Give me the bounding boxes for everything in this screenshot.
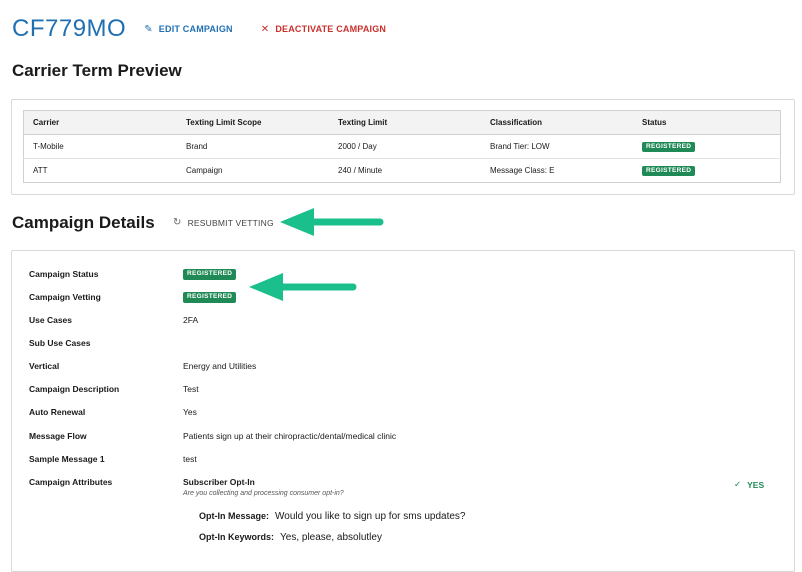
carrier-term-preview-title: Carrier Term Preview — [12, 61, 182, 80]
detail-value: Patients sign up at their chiropractic/d… — [183, 431, 397, 441]
table-row: ATT Campaign 240 / Minute Message Class:… — [24, 159, 781, 183]
carrier-table: Carrier Texting Limit Scope Texting Limi… — [23, 110, 781, 183]
carrier-term-panel: Carrier Texting Limit Scope Texting Limi… — [11, 99, 795, 195]
column-header-classification: Classification — [481, 110, 633, 135]
detail-value: Energy and Utilities — [183, 361, 257, 371]
optin-message-row: Opt-In Message: Would you like to sign up… — [199, 511, 466, 522]
table-row: T-Mobile Brand 2000 / Day Brand Tier: LO… — [23, 134, 781, 159]
detail-label: Campaign Vetting — [29, 292, 101, 302]
attribute-block: Subscriber Opt-In Are you collecting and… — [183, 477, 703, 497]
detail-label: Auto Renewal — [29, 407, 86, 417]
cell-limit: 240 / Minute — [338, 166, 383, 175]
page-header: CF779MO ✎ EDIT CAMPAIGN ✕ DEACTIVATE CAM… — [12, 14, 386, 44]
detail-value: 2FA — [183, 315, 199, 325]
detail-label: Use Cases — [29, 315, 73, 325]
campaign-id-title: CF779MO — [12, 15, 127, 42]
detail-value: Yes — [183, 407, 197, 417]
cell-scope: Campaign — [186, 166, 223, 175]
cell-status: REGISTERED — [633, 134, 781, 159]
resubmit-vetting-button[interactable]: ↻ RESUBMIT VETTING — [173, 217, 274, 228]
column-header-limit: Texting Limit — [329, 110, 481, 135]
deactivate-campaign-button[interactable]: ✕ DEACTIVATE CAMPAIGN — [261, 24, 386, 35]
detail-label: Message Flow — [29, 431, 87, 441]
detail-label: Campaign Description — [29, 384, 120, 394]
attribute-answer-label: YES — [747, 479, 765, 490]
column-header-scope: Texting Limit Scope — [177, 110, 329, 135]
cell-limit: 2000 / Day — [329, 134, 481, 159]
status-badge: REGISTERED — [642, 165, 696, 177]
status-badge: REGISTERED — [642, 141, 696, 153]
vetting-badge: REGISTERED — [183, 292, 237, 303]
optin-keywords-label: Opt-In Keywords: — [199, 532, 275, 542]
cell-scope: Brand — [177, 134, 329, 159]
pencil-icon: ✎ — [144, 23, 153, 35]
detail-label: Sub Use Cases — [29, 338, 91, 348]
attribute-answer: ✓ YES — [734, 479, 764, 490]
optin-message-label: Opt-In Message: — [199, 511, 270, 521]
column-header-status: Status — [633, 110, 781, 135]
attribute-title: Subscriber Opt-In — [183, 477, 255, 487]
resubmit-vetting-label: RESUBMIT VETTING — [187, 217, 274, 228]
detail-label: Sample Message 1 — [29, 454, 105, 464]
edit-campaign-button[interactable]: ✎ EDIT CAMPAIGN — [144, 24, 233, 35]
cell-carrier: T-Mobile — [23, 134, 177, 159]
detail-value: Test — [183, 384, 199, 394]
checkmark-icon: ✓ — [734, 479, 742, 489]
arrow-left-icon — [280, 208, 384, 236]
optin-keywords-row: Opt-In Keywords: Yes, please, absolutley — [199, 532, 382, 543]
status-badge: REGISTERED — [183, 269, 237, 280]
cell-classification: Message Class: E — [490, 166, 555, 175]
cell-carrier: ATT — [33, 166, 48, 175]
table-header-row: Carrier Texting Limit Scope Texting Limi… — [23, 110, 781, 135]
edit-campaign-label: EDIT CAMPAIGN — [158, 24, 233, 34]
column-header-carrier: Carrier — [23, 110, 177, 135]
arrow-left-icon — [249, 273, 357, 301]
cell-classification: Brand Tier: LOW — [481, 134, 633, 159]
deactivate-campaign-label: DEACTIVATE CAMPAIGN — [275, 24, 387, 34]
campaign-details-panel: Campaign Status REGISTERED Campaign Vett… — [11, 250, 795, 572]
optin-message-value: Would you like to sign up for sms update… — [275, 511, 466, 522]
attribute-subtitle: Are you collecting and processing consum… — [183, 490, 344, 497]
detail-label: Vertical — [29, 361, 60, 371]
close-icon: ✕ — [260, 23, 270, 35]
detail-label: Campaign Status — [29, 269, 99, 279]
detail-value: test — [183, 454, 197, 464]
cell-status: REGISTERED — [633, 159, 781, 183]
refresh-icon: ↻ — [173, 217, 182, 228]
optin-keywords-value: Yes, please, absolutley — [280, 532, 382, 543]
campaign-details-title: Campaign Details — [12, 213, 155, 232]
detail-label: Campaign Attributes — [29, 477, 113, 487]
